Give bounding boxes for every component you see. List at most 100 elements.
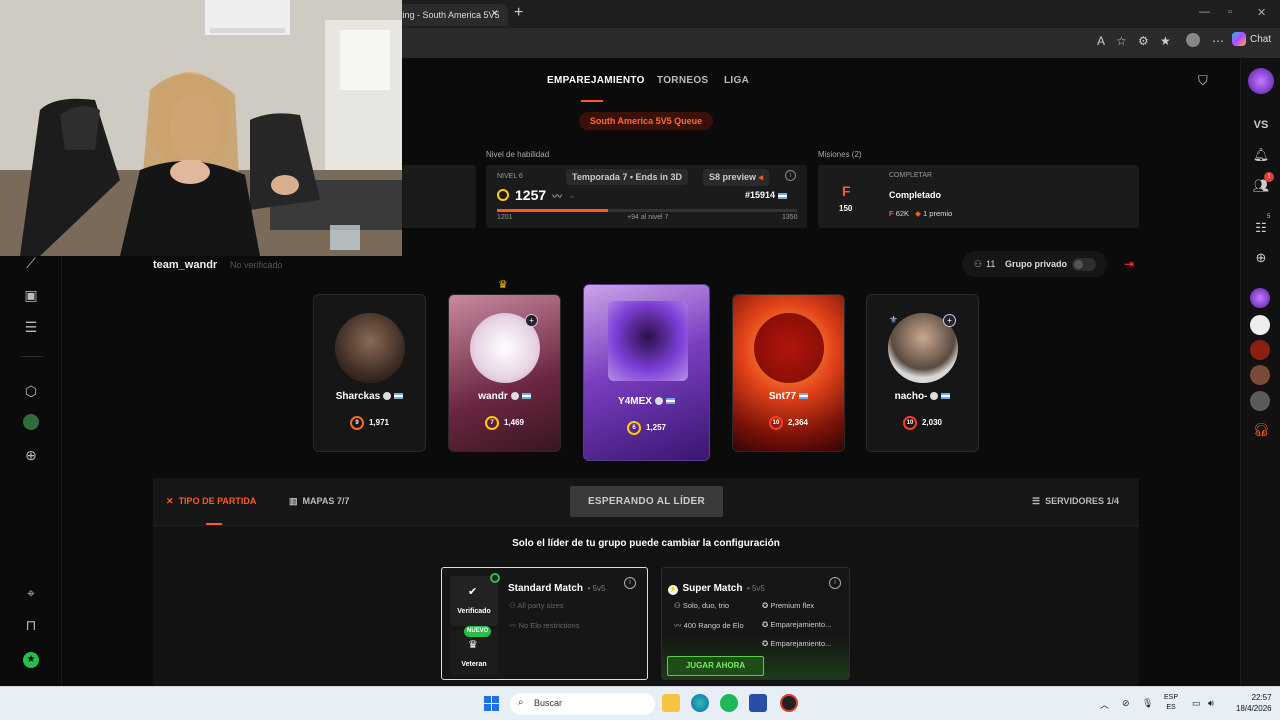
more-options-icon[interactable]: ⋯ [1212, 34, 1224, 48]
spotify-icon[interactable] [720, 694, 738, 712]
tab-maps[interactable]: ▥ MAPAS 7/7 [289, 496, 349, 507]
language-indicator[interactable]: ESP ES [1164, 693, 1178, 713]
toggle-switch[interactable] [1072, 258, 1096, 271]
star-icon: ✪ [762, 620, 769, 629]
extensions-icon[interactable]: ⚙ [1138, 34, 1149, 48]
player-card[interactable]: Sharckas 9 1,971 [313, 294, 426, 452]
tab-torneos[interactable]: TORNEOS [657, 75, 708, 86]
friend-avatar[interactable] [1250, 365, 1270, 385]
queue-badge[interactable]: South America 5V5 Queue [579, 112, 713, 130]
app-icon[interactable] [749, 694, 767, 712]
file-explorer-icon[interactable] [662, 694, 680, 712]
player-card[interactable]: Snt77 10 2,364 [732, 294, 845, 452]
group-label: Grupo privado [1005, 259, 1068, 269]
edge-icon[interactable] [691, 694, 709, 712]
list-icon[interactable]: ☰ [22, 318, 40, 336]
club-icon[interactable]: ⬡ [22, 382, 40, 400]
player-name-text: wandr [478, 391, 508, 402]
taskbar-clock[interactable]: 22:57 18/4/2026 [1236, 692, 1272, 714]
network-icon[interactable]: ▭ [1192, 698, 1201, 709]
windows-start-icon[interactable] [484, 696, 500, 712]
play-now-button[interactable]: JUGAR AHORA [667, 656, 764, 676]
new-tab-icon[interactable]: + [514, 4, 523, 22]
player-card[interactable]: + wandr 7 1,469 [448, 294, 561, 452]
right-sidebar: VS 🔔︎ 👥︎ 1 ☷ 5 ⊕ 🎧︎ [1240, 58, 1280, 686]
waiting-leader-button[interactable]: ESPERANDO AL LÍDER [570, 486, 723, 517]
friend-avatar[interactable] [1250, 288, 1270, 308]
taskbar-search[interactable]: ⌕ Buscar [510, 693, 655, 715]
season-pill[interactable]: Temporada 7 • Ends in 3D [566, 169, 689, 185]
headset-icon[interactable]: 🎧︎ [1251, 420, 1271, 440]
tray-app-icon[interactable]: ⊘ [1122, 698, 1130, 709]
shop-icon[interactable]: ⛉ [1198, 73, 1208, 89]
video-icon[interactable]: ▣ [22, 286, 40, 304]
notification-badge: 1 [1264, 172, 1274, 182]
premium-icon[interactable]: ★ [22, 648, 40, 668]
sidebar-divider [20, 356, 44, 357]
friend-avatar[interactable] [1250, 340, 1270, 360]
standard-match-card[interactable]: ✔ Verificado ♛ Veteran Standard Match • … [441, 567, 648, 680]
lang-top: ESP [1164, 694, 1179, 701]
active-tab-underline [581, 100, 603, 102]
info-icon[interactable]: i [785, 170, 796, 181]
elo-text: 1,257 [645, 423, 667, 433]
info-icon[interactable]: i [624, 577, 636, 589]
player-card[interactable]: ⚜ + nacho- 10 2,030 [866, 294, 979, 452]
copilot-chat-button[interactable]: Chat [1232, 32, 1271, 46]
favorites-icon[interactable]: ★ [1160, 34, 1171, 48]
player-name-text: Snt77 [768, 391, 797, 402]
crown-icon: ♛ [468, 639, 478, 651]
rank-number: #15914 [745, 190, 776, 200]
feature-text: 400 Rango de Elo [683, 621, 744, 630]
bell-icon[interactable]: 🔔︎ [1251, 145, 1271, 165]
favorite-star-icon[interactable]: ☆ [1116, 34, 1127, 48]
party-icon[interactable]: ☷ [1251, 218, 1271, 238]
mission-card[interactable] [818, 165, 1139, 228]
profile-avatar[interactable] [1186, 33, 1200, 47]
player-card-self[interactable]: Y4MEX 6 1,257 [583, 284, 710, 461]
add-friend-icon[interactable]: ⊕ [1251, 248, 1271, 268]
tab-close-icon[interactable]: ✕ [491, 8, 499, 19]
tab-emparejamiento[interactable]: EMPAREJAMIENTO [547, 75, 645, 86]
team-name[interactable]: team_wandr [153, 259, 217, 271]
verified-queue-option[interactable]: ✔ Verificado [450, 576, 498, 626]
elo-text: 1,469 [503, 418, 525, 428]
preview-arrow-icon: ◂ [758, 172, 764, 182]
info-icon[interactable]: i [829, 577, 841, 589]
webcam-overlay [0, 0, 402, 256]
super-title-text: Super Match [682, 583, 743, 594]
tab-servers[interactable]: ☰ SERVIDORES 1/4 [1032, 496, 1119, 507]
private-group-toggle[interactable]: ⚇ 11 Grupo privado [962, 251, 1107, 277]
chevron-down-icon[interactable]: ⌄ [568, 190, 576, 201]
stats-icon[interactable]: ⟋ [22, 254, 40, 272]
read-aloud-icon[interactable]: A [1097, 34, 1105, 48]
obs-icon[interactable] [780, 694, 798, 712]
preview-pill[interactable]: S8 preview ◂ [703, 169, 770, 186]
window-close-icon[interactable]: ✕ [1257, 6, 1266, 19]
team-logo-icon[interactable] [22, 414, 40, 432]
friend-avatar[interactable] [1250, 315, 1270, 335]
add-club-icon[interactable]: ⊕ [22, 446, 40, 464]
trend-icon: 〰 [552, 191, 563, 203]
selected-check-icon [490, 573, 500, 583]
leave-party-icon[interactable]: ⇥ [1124, 257, 1134, 271]
add-friend-badge-icon[interactable]: + [525, 314, 538, 327]
user-avatar[interactable] [1248, 68, 1274, 94]
tab-match-type[interactable]: ✕ TIPO DE PARTIDA [166, 496, 256, 507]
trend-icon: 〰 [509, 621, 517, 630]
people-icon: ⚇ [674, 601, 681, 610]
verified-icon [383, 392, 392, 401]
maximize-icon[interactable]: ▫ [1228, 6, 1232, 18]
vs-label[interactable]: VS [1251, 115, 1271, 135]
prize-icon: ◆ [915, 209, 921, 218]
add-friend-badge-icon[interactable]: + [943, 314, 956, 327]
tray-chevron-icon[interactable]: ︿ [1100, 698, 1109, 711]
tab-liga[interactable]: LIGA [724, 75, 749, 86]
volume-icon[interactable]: 🔊︎ [1208, 698, 1214, 709]
briefcase-icon[interactable]: ⊓ [22, 616, 40, 634]
range-min: 1201 [497, 214, 513, 221]
microphone-icon[interactable]: 🎙︎ [1142, 698, 1153, 709]
crosshair-icon[interactable]: ⌖ [22, 584, 40, 602]
friend-avatar[interactable] [1250, 391, 1270, 411]
minimize-icon[interactable]: — [1199, 6, 1210, 18]
